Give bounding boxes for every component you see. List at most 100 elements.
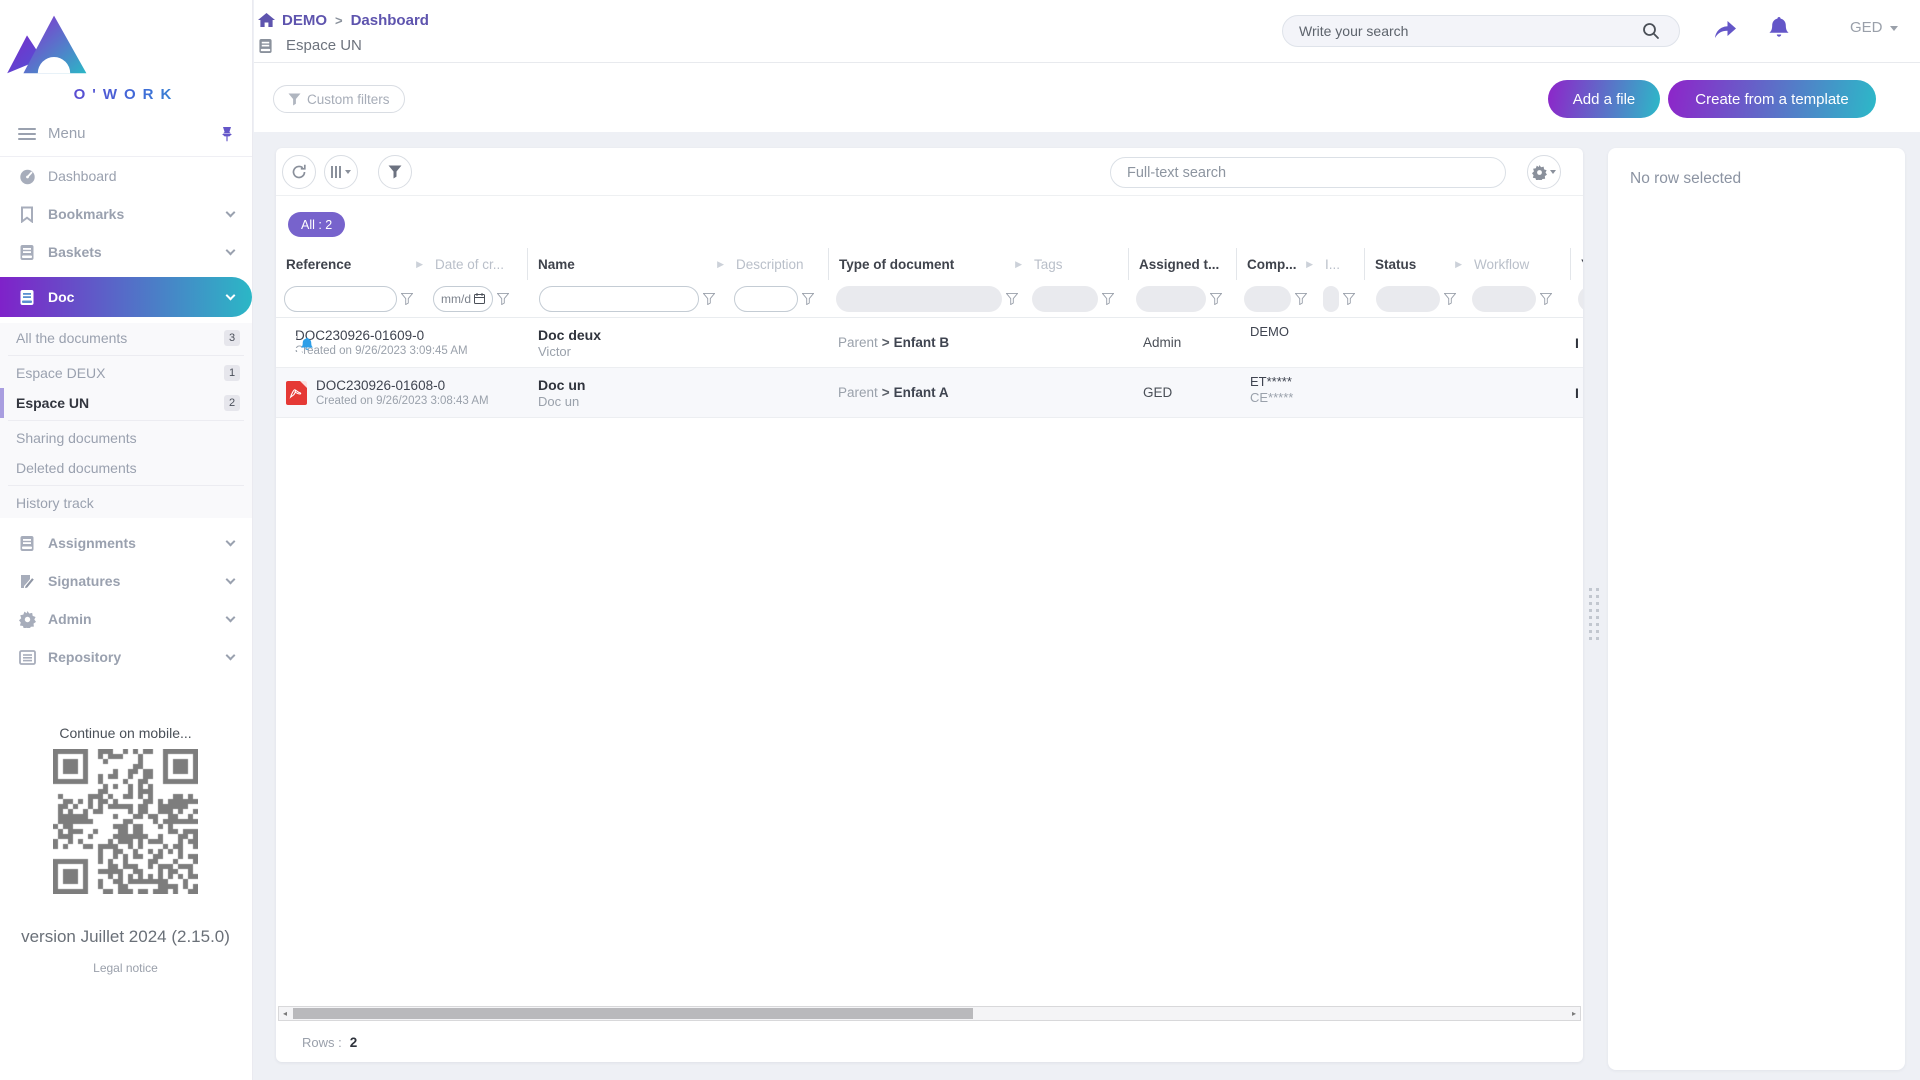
sidebar-item-label: Admin (48, 611, 227, 627)
columns-button[interactable] (324, 155, 358, 189)
table-settings-button[interactable] (1527, 155, 1561, 189)
gear-icon (18, 610, 36, 628)
breadcrumb-root[interactable]: DEMO (282, 12, 327, 29)
date-filter-input[interactable]: mm/d (433, 286, 493, 312)
fulltext-search-input[interactable] (1110, 157, 1506, 188)
horizontal-scrollbar[interactable]: ◂ ▸ (278, 1006, 1581, 1021)
sidebar-subitem-espace-deux[interactable]: Espace DEUX 1 (0, 358, 252, 388)
sidebar-item-repository[interactable]: Repository (0, 638, 252, 676)
table-row[interactable]: DOC230926-01608-0 Created on 9/26/2023 3… (276, 368, 1583, 418)
sidebar-subitem-all-documents[interactable]: All the documents 3 (0, 323, 252, 353)
global-search-input[interactable] (1282, 15, 1680, 47)
chevron-down-icon (226, 612, 236, 622)
mobile-section: Continue on mobile... version Juillet 20… (0, 725, 251, 975)
refresh-button[interactable] (282, 155, 316, 189)
pin-icon[interactable] (220, 126, 234, 142)
sidebar-item-label: Signatures (48, 573, 227, 589)
scrollbar-thumb[interactable] (293, 1008, 973, 1019)
scroll-right-arrow[interactable]: ▸ (1568, 1007, 1580, 1020)
filter-icon[interactable] (1444, 293, 1456, 305)
column-header-company[interactable]: Comp...▶ (1236, 248, 1315, 280)
table-filter-row: mm/d (276, 280, 1583, 318)
dashboard-icon (18, 167, 36, 185)
reference-filter-input[interactable] (284, 286, 397, 312)
description-filter-input[interactable] (734, 286, 798, 312)
detail-panel: No row selected (1608, 148, 1905, 1070)
clipped-cell: I (1575, 318, 1579, 367)
sidebar-item-label: Doc (48, 289, 227, 305)
filter-icon[interactable] (1210, 293, 1222, 305)
sidebar-item-label: Repository (48, 649, 227, 665)
search-icon[interactable] (1642, 22, 1660, 40)
column-header-i[interactable]: I... (1315, 248, 1364, 280)
name-filter-input[interactable] (539, 286, 699, 312)
sidebar-item-doc[interactable]: Doc (0, 277, 252, 317)
sidebar-subitem-history-track[interactable]: History track (0, 488, 252, 518)
chevron-down-icon (226, 574, 236, 584)
column-header-date-of-creation[interactable]: Date of cr... (425, 248, 527, 280)
sidebar-item-baskets[interactable]: Baskets (0, 233, 252, 271)
create-from-template-button[interactable]: Create from a template (1668, 80, 1876, 118)
scroll-left-arrow[interactable]: ◂ (279, 1007, 291, 1020)
column-header-status[interactable]: Status▶ (1364, 248, 1464, 280)
sidebar-item-label: Dashboard (48, 168, 234, 184)
filter-icon[interactable] (1343, 293, 1355, 305)
documents-table-card: All : 2 Reference▶ Date of cr... Name▶ D… (276, 148, 1583, 1062)
home-icon[interactable] (258, 13, 275, 28)
divider (8, 485, 244, 486)
add-file-button[interactable]: Add a file (1548, 80, 1660, 118)
assigned-cell: GED (1143, 368, 1172, 417)
filter-button[interactable] (378, 155, 412, 189)
app-logo[interactable]: O'WORK (0, 0, 252, 103)
filter-icon[interactable] (802, 293, 814, 305)
share-icon[interactable] (1712, 17, 1738, 41)
column-header-workflow[interactable]: Workflow (1464, 248, 1570, 280)
chevron-down-icon (1890, 26, 1898, 31)
filter-icon[interactable] (1540, 293, 1552, 305)
table-row[interactable]: DOC230926-01609-0 Created on 9/26/2023 3… (276, 318, 1583, 368)
column-header-type-of-document[interactable]: Type of document▶ (828, 248, 1024, 280)
column-header-tags[interactable]: Tags (1024, 248, 1128, 280)
count-badge: 3 (224, 330, 240, 346)
filter-icon[interactable] (497, 293, 509, 305)
sidebar-item-dashboard[interactable]: Dashboard (0, 157, 252, 195)
filter-cell-workflow (1464, 280, 1570, 317)
column-header-name[interactable]: Name▶ (527, 248, 726, 280)
space-subtitle: Espace UN (258, 37, 362, 54)
column-header-reference[interactable]: Reference▶ (276, 248, 425, 280)
legal-notice-link[interactable]: Legal notice (0, 961, 251, 975)
column-header-description[interactable]: Description (726, 248, 828, 280)
columns-icon (331, 166, 351, 178)
column-header-assigned-to[interactable]: Assigned t... (1128, 248, 1236, 280)
custom-filters-button[interactable]: Custom filters (273, 85, 405, 113)
column-header-y[interactable]: Y... (1570, 248, 1583, 280)
sidebar-subitem-sharing-documents[interactable]: Sharing documents (0, 423, 252, 453)
panel-resize-handle[interactable] (1589, 588, 1599, 640)
sidebar-item-signatures[interactable]: Signatures (0, 562, 252, 600)
filter-icon[interactable] (1102, 293, 1114, 305)
document-created: Created on 9/26/2023 3:08:43 AM (316, 395, 489, 407)
sidebar-menu-toggle[interactable]: Menu (0, 111, 252, 157)
filter-icon[interactable] (401, 293, 413, 305)
sidebar-item-bookmarks[interactable]: Bookmarks (0, 195, 252, 233)
bell-icon[interactable] (1768, 16, 1790, 40)
reference-cell: DOC230926-01608-0 Created on 9/26/2023 3… (286, 368, 489, 417)
sidebar-subitem-deleted-documents[interactable]: Deleted documents (0, 453, 252, 483)
tags-filter-disabled (1032, 286, 1098, 312)
status-filter-disabled (1376, 286, 1440, 312)
all-count-badge[interactable]: All : 2 (288, 212, 345, 237)
scrollbar-track[interactable] (291, 1007, 1568, 1020)
mobile-hint: Continue on mobile... (0, 725, 251, 741)
space-subtitle-label: Espace UN (286, 37, 362, 54)
sidebar-subitem-espace-un[interactable]: Espace UN 2 (0, 388, 252, 418)
sidebar-item-admin[interactable]: Admin (0, 600, 252, 638)
company-cell: DEMO (1250, 318, 1289, 367)
workflow-filter-disabled (1472, 286, 1536, 312)
filter-icon[interactable] (703, 293, 715, 305)
sidebar-item-assignments[interactable]: Assignments (0, 524, 252, 562)
filter-icon[interactable] (1006, 293, 1018, 305)
user-menu[interactable]: GED (1850, 19, 1898, 36)
breadcrumb-current[interactable]: Dashboard (351, 12, 429, 29)
filter-icon[interactable] (1295, 293, 1307, 305)
filter-cell-company (1236, 280, 1315, 317)
